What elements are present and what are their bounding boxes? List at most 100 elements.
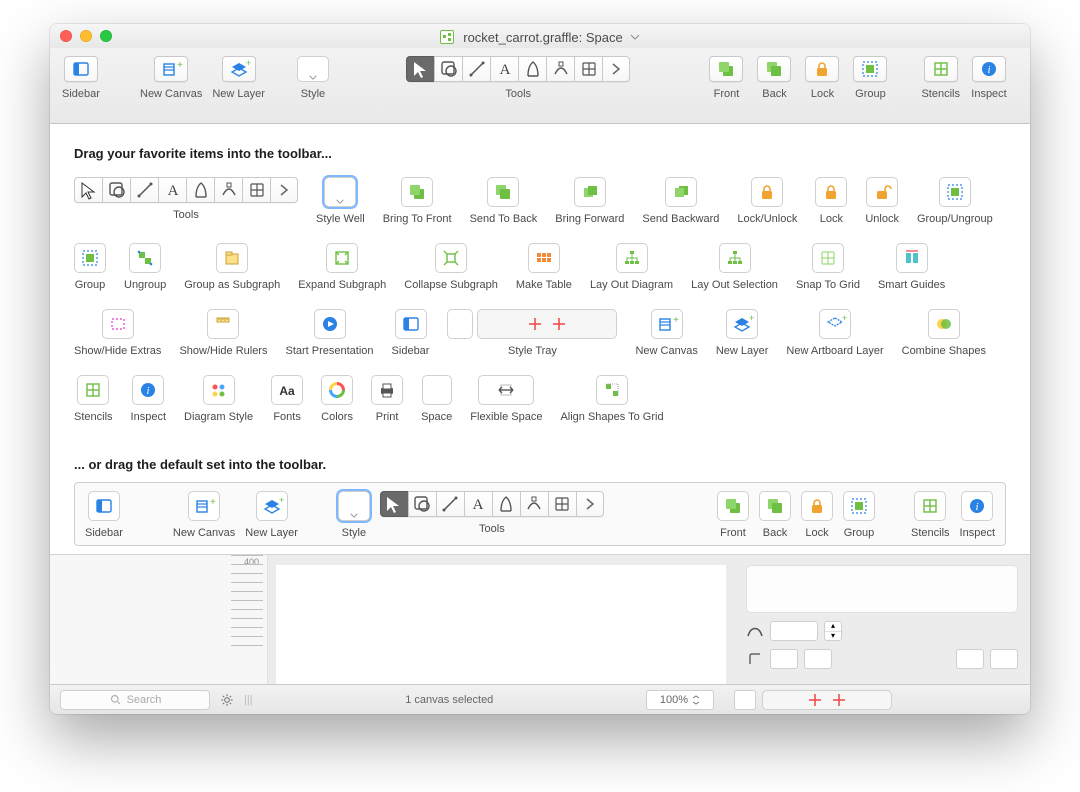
toolbar-label: Lock xyxy=(811,88,834,100)
item-show-hide-rulers[interactable]: Show/Hide Rulers xyxy=(179,309,267,357)
item-new-layer[interactable]: New Layer xyxy=(716,309,769,357)
search-icon xyxy=(109,693,122,706)
chevron-down-icon xyxy=(630,28,640,34)
style-well-button[interactable] xyxy=(297,56,329,82)
item-new-artboard-layer[interactable]: New Artboard Layer xyxy=(786,309,883,357)
pen-tool[interactable] xyxy=(518,56,546,82)
item-snap-to-grid[interactable]: Snap To Grid xyxy=(796,243,860,291)
item-style-tray[interactable]: Style Tray xyxy=(447,309,617,357)
corner-field-2[interactable] xyxy=(804,649,832,669)
item-make-table[interactable]: Make Table xyxy=(516,243,572,291)
item-flexible-space[interactable]: Flexible Space xyxy=(470,375,542,423)
status-text: 1 canvas selected xyxy=(263,694,636,706)
item-group[interactable]: Group xyxy=(74,243,106,291)
corner-field[interactable] xyxy=(770,649,798,669)
item-send-backward[interactable]: Send Backward xyxy=(642,177,719,225)
item-sidebar[interactable]: Sidebar xyxy=(392,309,430,357)
item-lock-unlock[interactable]: Lock/Unlock xyxy=(737,177,797,225)
item-stencils[interactable]: Stencils xyxy=(74,375,113,423)
corner-icon xyxy=(746,650,764,668)
canvas[interactable] xyxy=(276,565,726,684)
stroke-stepper[interactable]: ▴▾ xyxy=(824,621,842,641)
toolbar-label: Style xyxy=(301,88,325,100)
item-fonts[interactable]: Fonts xyxy=(271,375,303,423)
inspect-button[interactable] xyxy=(972,56,1006,82)
toolbar-label: Tools xyxy=(505,88,531,100)
item-combine-shapes[interactable]: Combine Shapes xyxy=(902,309,986,357)
toolbar-label: New Layer xyxy=(212,88,265,100)
item-start-presentation[interactable]: Start Presentation xyxy=(285,309,373,357)
sheet-heading: Drag your favorite items into the toolba… xyxy=(74,146,1006,161)
expand-tools[interactable] xyxy=(602,56,630,82)
window-title[interactable]: rocket_carrot.graffle: Space xyxy=(50,28,1030,45)
line-tool[interactable] xyxy=(462,56,490,82)
item-smart-guides[interactable]: Smart Guides xyxy=(878,243,945,291)
toolbar-label: Inspect xyxy=(971,88,1006,100)
stencils-button[interactable] xyxy=(924,56,958,82)
item-layout-diagram[interactable]: Lay Out Diagram xyxy=(590,243,673,291)
item-style-well[interactable]: Style Well xyxy=(316,177,365,225)
default-set[interactable]: Sidebar New Canvas New Layer Style Tools xyxy=(74,482,1006,546)
group-button[interactable] xyxy=(853,56,887,82)
item-show-hide-extras[interactable]: Show/Hide Extras xyxy=(74,309,161,357)
crop-tool[interactable] xyxy=(574,56,602,82)
item-unlock[interactable]: Unlock xyxy=(865,177,899,225)
new-canvas-button[interactable] xyxy=(154,56,188,82)
item-diagram-style[interactable]: Diagram Style xyxy=(184,375,253,423)
stroke-width-field[interactable] xyxy=(770,621,818,641)
inspector-panel: ▴▾ xyxy=(734,555,1030,684)
document-icon xyxy=(440,30,454,44)
text-tool[interactable] xyxy=(490,56,518,82)
main-toolbar: Sidebar New Canvas New Layer Style xyxy=(50,48,1030,124)
statusbar: Search ||| 1 canvas selected 100% xyxy=(50,684,1030,714)
item-layout-selection[interactable]: Lay Out Selection xyxy=(691,243,778,291)
search-field[interactable]: Search xyxy=(60,690,210,710)
toolbar-label: Front xyxy=(714,88,740,100)
back-button[interactable] xyxy=(757,56,791,82)
toolbar-label: Stencils xyxy=(921,88,960,100)
end-field-2[interactable] xyxy=(990,649,1018,669)
inspector-box[interactable] xyxy=(746,565,1018,613)
item-bring-to-front[interactable]: Bring To Front xyxy=(383,177,452,225)
sheet-footer: Show Icon and Text Use small size Done xyxy=(74,546,1006,554)
item-group-as-subgraph[interactable]: Group as Subgraph xyxy=(184,243,280,291)
item-print[interactable]: Print xyxy=(371,375,403,423)
item-space[interactable]: Space xyxy=(421,375,452,423)
toolbar-label: Group xyxy=(855,88,886,100)
sidebar-button[interactable] xyxy=(64,56,98,82)
style-tray-bottom[interactable] xyxy=(762,690,892,710)
toolbar-items-grid: Tools Style Well Bring To Front Send To … xyxy=(74,177,1006,441)
item-send-to-back[interactable]: Send To Back xyxy=(470,177,538,225)
lock-button[interactable] xyxy=(805,56,839,82)
gear-icon[interactable] xyxy=(220,693,234,707)
front-button[interactable] xyxy=(709,56,743,82)
customize-toolbar-sheet: Drag your favorite items into the toolba… xyxy=(50,124,1030,554)
item-bring-forward[interactable]: Bring Forward xyxy=(555,177,624,225)
item-lock[interactable]: Lock xyxy=(815,177,847,225)
toolbar-label: Back xyxy=(762,88,786,100)
new-layer-button[interactable] xyxy=(222,56,256,82)
default-set-heading: ... or drag the default set into the too… xyxy=(74,457,1006,472)
item-tools[interactable]: Tools xyxy=(74,177,298,225)
item-inspect[interactable]: Inspect xyxy=(131,375,166,423)
end-field[interactable] xyxy=(956,649,984,669)
selection-tool[interactable] xyxy=(406,56,434,82)
item-expand-subgraph[interactable]: Expand Subgraph xyxy=(298,243,386,291)
toolbar-label: New Canvas xyxy=(140,88,202,100)
zoom-select[interactable]: 100% xyxy=(646,690,714,710)
fill-swatch[interactable] xyxy=(734,690,756,710)
shape-tool[interactable] xyxy=(434,56,462,82)
stroke-curve-icon xyxy=(746,622,764,640)
tools-segment xyxy=(406,56,630,82)
toolbar-label: Sidebar xyxy=(62,88,100,100)
item-new-canvas[interactable]: New Canvas xyxy=(635,309,697,357)
point-tool[interactable] xyxy=(546,56,574,82)
item-colors[interactable]: Colors xyxy=(321,375,353,423)
titlebar: rocket_carrot.graffle: Space xyxy=(50,24,1030,48)
document-area: 400 ▴▾ xyxy=(50,554,1030,684)
item-ungroup[interactable]: Ungroup xyxy=(124,243,166,291)
item-collapse-subgraph[interactable]: Collapse Subgraph xyxy=(404,243,498,291)
item-group-ungroup[interactable]: Group/Ungroup xyxy=(917,177,993,225)
vertical-ruler: 400 xyxy=(50,555,268,684)
item-align-shapes[interactable]: Align Shapes To Grid xyxy=(560,375,663,423)
